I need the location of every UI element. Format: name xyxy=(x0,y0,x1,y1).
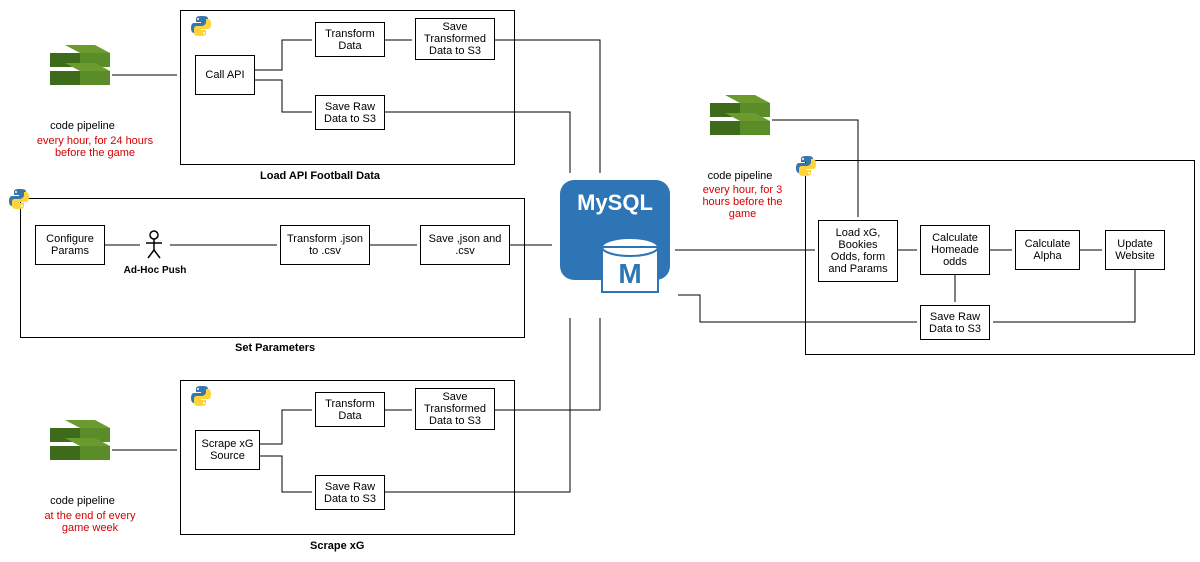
label-schedule-3: every hour, for 3 hours before the game xyxy=(695,184,790,220)
aws-stack-icon xyxy=(50,45,110,95)
box-configure-params: Configure Params xyxy=(35,225,105,265)
label-code-pipeline-3: code pipeline xyxy=(700,170,780,182)
label-schedule-1: every hour, for 24 hours before the game xyxy=(30,135,160,159)
mysql-text: MySQL xyxy=(577,190,653,215)
group-load-api-title: Load API Football Data xyxy=(260,170,380,182)
box-update-website: Update Website xyxy=(1105,230,1165,270)
group-set-params xyxy=(20,198,525,338)
label-schedule-2: at the end of every game week xyxy=(35,510,145,534)
aws-stack-icon xyxy=(710,95,770,145)
box-transform-data-1: Transform Data xyxy=(315,22,385,57)
box-save-transformed-2: Save Transformed Data to S3 xyxy=(415,388,495,430)
label-adhoc: Ad-Hoc Push xyxy=(120,265,190,276)
mysql-database: MySQL M xyxy=(555,175,675,315)
aws-stack-icon xyxy=(50,420,110,470)
box-save-json-csv: Save ,json and .csv xyxy=(420,225,510,265)
box-call-api: Call API xyxy=(195,55,255,95)
svg-text:M: M xyxy=(618,258,641,289)
box-save-raw-1: Save Raw Data to S3 xyxy=(315,95,385,130)
python-icon xyxy=(795,155,817,177)
box-transform-json: Transform .json to .csv xyxy=(280,225,370,265)
box-calc-alpha: Calculate Alpha xyxy=(1015,230,1080,270)
group-set-params-title: Set Parameters xyxy=(235,342,315,354)
box-calc-homeade: Calculate Homeade odds xyxy=(920,225,990,275)
stick-figure-icon xyxy=(142,230,166,260)
box-save-transformed-1: Save Transformed Data to S3 xyxy=(415,18,495,60)
box-transform-data-2: Transform Data xyxy=(315,392,385,427)
box-save-raw-2: Save Raw Data to S3 xyxy=(315,475,385,510)
python-icon xyxy=(8,188,30,210)
label-code-pipeline-1: code pipeline xyxy=(45,120,120,132)
box-load-xg-odds: Load xG, Bookies Odds, form and Params xyxy=(818,220,898,282)
box-save-raw-3: Save Raw Data to S3 xyxy=(920,305,990,340)
box-scrape-xg-source: Scrape xG Source xyxy=(195,430,260,470)
python-icon xyxy=(190,15,212,37)
label-code-pipeline-2: code pipeline xyxy=(45,495,120,507)
python-icon xyxy=(190,385,212,407)
group-scrape-xg-title: Scrape xG xyxy=(310,540,364,552)
